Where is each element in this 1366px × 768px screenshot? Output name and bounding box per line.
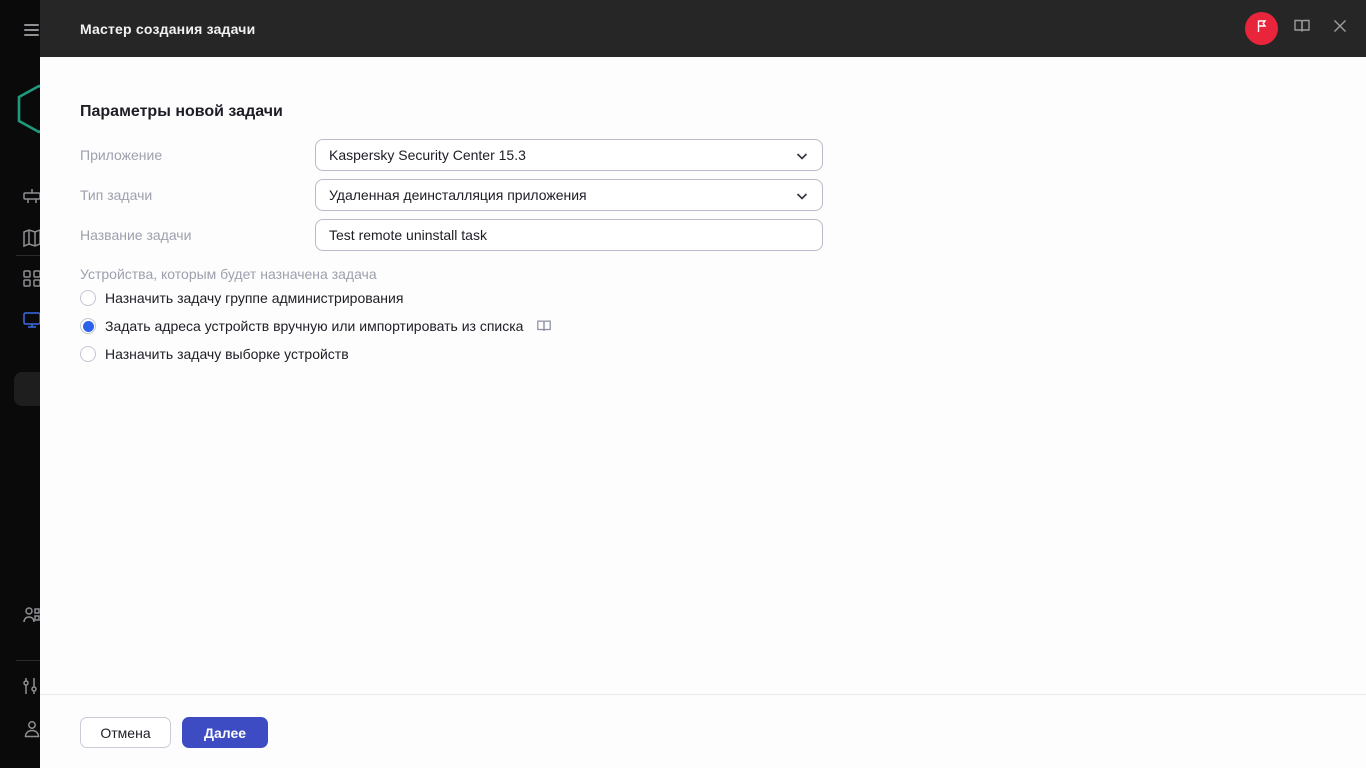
close-button[interactable] bbox=[1326, 15, 1354, 43]
cancel-button[interactable]: Отмена bbox=[80, 717, 171, 748]
app-sidebar bbox=[0, 0, 40, 768]
menu-icon[interactable] bbox=[24, 24, 39, 39]
monitor-icon[interactable] bbox=[22, 310, 40, 330]
task-type-select-value: Удаленная деинсталляция приложения bbox=[329, 187, 587, 203]
page-title: Параметры новой задачи bbox=[80, 103, 283, 120]
task-name-label: Название задачи bbox=[80, 227, 192, 243]
radio-unchecked-icon bbox=[80, 346, 96, 362]
wizard-body: Параметры новой задачи Приложение Kasper… bbox=[40, 57, 1366, 768]
kaspersky-logo bbox=[16, 84, 40, 139]
application-select-value: Kaspersky Security Center 15.3 bbox=[329, 147, 526, 163]
radio-checked-icon bbox=[80, 318, 96, 334]
sliders-icon[interactable] bbox=[22, 676, 40, 696]
radio-assign-to-selection[interactable]: Назначить задачу выборке устройств bbox=[80, 346, 349, 362]
form-row-task-name: Название задачи bbox=[80, 219, 823, 251]
help-button[interactable] bbox=[1288, 15, 1316, 43]
flag-icon bbox=[1254, 18, 1270, 39]
application-label: Приложение bbox=[80, 147, 163, 163]
radio-assign-to-group[interactable]: Назначить задачу группе администрировани… bbox=[80, 290, 403, 306]
devices-section-label: Устройства, которым будет назначена зада… bbox=[80, 266, 377, 282]
wizard-header: Мастер создания задачи bbox=[40, 0, 1366, 57]
next-button[interactable]: Далее bbox=[182, 717, 268, 748]
application-select[interactable]: Kaspersky Security Center 15.3 bbox=[315, 139, 823, 171]
radio-unchecked-icon bbox=[80, 290, 96, 306]
open-book-icon bbox=[1293, 17, 1311, 40]
form-row-task-type: Тип задачи Удаленная деинсталляция прило… bbox=[80, 179, 823, 211]
task-wizard-window: Мастер создания задачи Параметры новой з… bbox=[40, 0, 1366, 768]
server-icon[interactable] bbox=[22, 187, 40, 207]
task-type-label: Тип задачи bbox=[80, 187, 153, 203]
radio-specify-addresses[interactable]: Задать адреса устройств вручную или импо… bbox=[80, 318, 552, 334]
wizard-title: Мастер создания задачи bbox=[80, 20, 256, 37]
chevron-down-icon bbox=[795, 149, 809, 166]
task-name-input[interactable] bbox=[315, 219, 823, 251]
task-type-select[interactable]: Удаленная деинсталляция приложения bbox=[315, 179, 823, 211]
user-icon[interactable] bbox=[22, 719, 40, 739]
sidebar-active-item[interactable] bbox=[14, 372, 40, 406]
footer-divider bbox=[40, 694, 1366, 695]
form-row-application: Приложение Kaspersky Security Center 15.… bbox=[80, 139, 823, 171]
grid-icon[interactable] bbox=[22, 268, 40, 288]
close-icon bbox=[1332, 18, 1348, 39]
whats-new-button[interactable] bbox=[1245, 12, 1278, 45]
chevron-down-icon bbox=[795, 189, 809, 206]
option-help-book-icon[interactable] bbox=[536, 318, 552, 334]
map-icon[interactable] bbox=[22, 228, 40, 248]
wizard-footer: Отмена Далее bbox=[80, 717, 268, 748]
users-icon[interactable] bbox=[22, 605, 40, 625]
